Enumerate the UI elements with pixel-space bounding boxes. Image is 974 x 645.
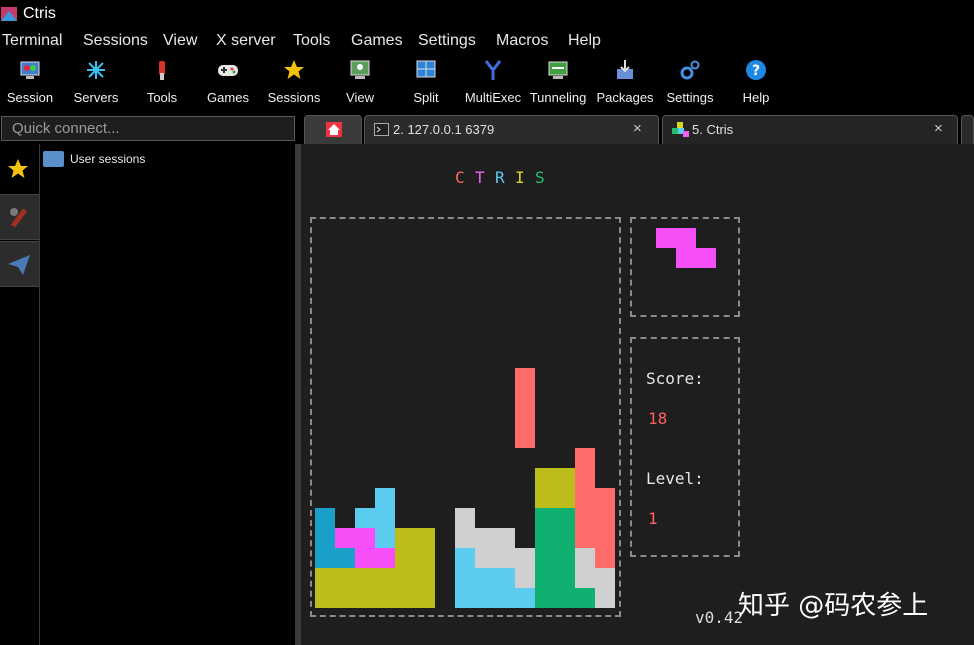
watermark: 知乎 @码农参上	[738, 591, 929, 621]
block-cell	[575, 588, 595, 608]
menu-tools[interactable]: Tools	[293, 32, 330, 50]
tools-icon	[10, 208, 27, 228]
window-title: Ctris	[23, 5, 56, 22]
next-piece-cell	[676, 248, 716, 268]
falling-piece	[515, 368, 535, 448]
menu-x-server[interactable]: X server	[216, 32, 276, 50]
user-folder-icon	[43, 151, 64, 167]
split-icon	[416, 60, 436, 78]
tab-home[interactable]	[304, 115, 362, 144]
gamepad-icon	[218, 65, 238, 76]
block-cell	[515, 548, 535, 588]
menu-help[interactable]: Help	[568, 32, 601, 50]
menu-macros[interactable]: Macros	[496, 32, 548, 50]
svg-text:?: ?	[752, 63, 760, 79]
sidebar-sftp-tab[interactable]	[0, 241, 39, 287]
close-icon[interactable]: ×	[934, 120, 943, 137]
menu-terminal[interactable]: Terminal	[2, 32, 62, 50]
title-letter: T	[475, 168, 485, 187]
next-piece-cell	[656, 228, 696, 248]
block-cell	[455, 508, 475, 548]
multiexec-icon	[484, 60, 502, 80]
version-label: v0.42	[695, 608, 744, 627]
star-icon[interactable]	[7, 158, 29, 180]
tools-icon	[159, 61, 165, 80]
terminal-icon	[374, 123, 389, 136]
mobaxterm-logo-icon	[1, 7, 17, 21]
score-box: Score: 18 Level: 1	[630, 337, 740, 557]
menu-bar: Terminal Sessions View X server Tools Ga…	[0, 29, 974, 54]
packages-icon	[617, 60, 633, 79]
block-cell	[395, 528, 435, 608]
block-cell	[595, 488, 615, 568]
block-cell	[315, 508, 335, 568]
game-title: CTRIS	[455, 168, 555, 187]
menu-settings[interactable]: Settings	[418, 32, 476, 50]
block-cell	[375, 528, 395, 548]
block-cell	[575, 548, 595, 588]
tab-label: 2. 127.0.0.1 6379	[393, 122, 495, 137]
block-cell	[355, 508, 395, 528]
title-letter: S	[535, 168, 545, 187]
home-icon	[326, 122, 342, 137]
title-bar: Ctris	[0, 0, 974, 29]
block-cell	[335, 548, 355, 568]
tunneling-icon	[548, 61, 568, 79]
sessions-panel: User sessions	[40, 144, 295, 645]
tab-label: 5. Ctris	[692, 122, 734, 137]
score-label: Score:	[646, 369, 704, 388]
sidebar-rail	[0, 144, 40, 645]
ctris-icon	[672, 122, 689, 137]
block-cell	[515, 588, 535, 608]
menu-sessions[interactable]: Sessions	[83, 32, 148, 50]
help-icon: ?	[746, 60, 766, 80]
tab-ctris[interactable]: 5. Ctris ×	[662, 115, 958, 144]
view-icon	[350, 60, 370, 79]
menu-games[interactable]: Games	[351, 32, 403, 50]
block-cell	[535, 468, 575, 508]
tab-row: Quick connect... 2. 127.0.0.1 6379 × 5. …	[0, 113, 974, 144]
block-cell	[355, 548, 395, 568]
block-cell	[455, 548, 475, 608]
sidebar-tools-tab[interactable]	[0, 194, 39, 240]
title-letter: I	[515, 168, 525, 187]
toolbar: Session Servers Tools Games Sessions Vie…	[0, 54, 974, 113]
block-cell	[595, 568, 615, 608]
star-icon	[284, 60, 304, 79]
block-cell	[375, 488, 395, 508]
next-piece-box	[630, 217, 740, 317]
close-icon[interactable]: ×	[633, 120, 642, 137]
tab-overflow[interactable]	[961, 115, 974, 144]
score-value: 18	[648, 409, 668, 428]
game-board	[310, 217, 621, 617]
tab-redis-terminal[interactable]: 2. 127.0.0.1 6379 ×	[364, 115, 659, 144]
title-letter: C	[455, 168, 465, 187]
block-cell	[315, 568, 395, 608]
block-cell	[475, 568, 515, 608]
gears-icon	[680, 60, 700, 80]
quick-connect-input[interactable]: Quick connect...	[1, 116, 295, 141]
terminal-view[interactable]: CTRIS Score: 18 Level: 1 v0.42	[301, 144, 974, 645]
session-icon	[20, 61, 40, 79]
block-cell	[535, 508, 575, 608]
block-cell	[575, 448, 595, 548]
send-icon	[8, 255, 30, 275]
servers-icon	[87, 61, 105, 79]
level-value: 1	[648, 509, 658, 528]
title-letter: R	[495, 168, 505, 187]
level-label: Level:	[646, 469, 704, 488]
menu-view[interactable]: View	[163, 32, 197, 50]
block-cell	[335, 528, 375, 548]
block-cell	[475, 528, 515, 568]
